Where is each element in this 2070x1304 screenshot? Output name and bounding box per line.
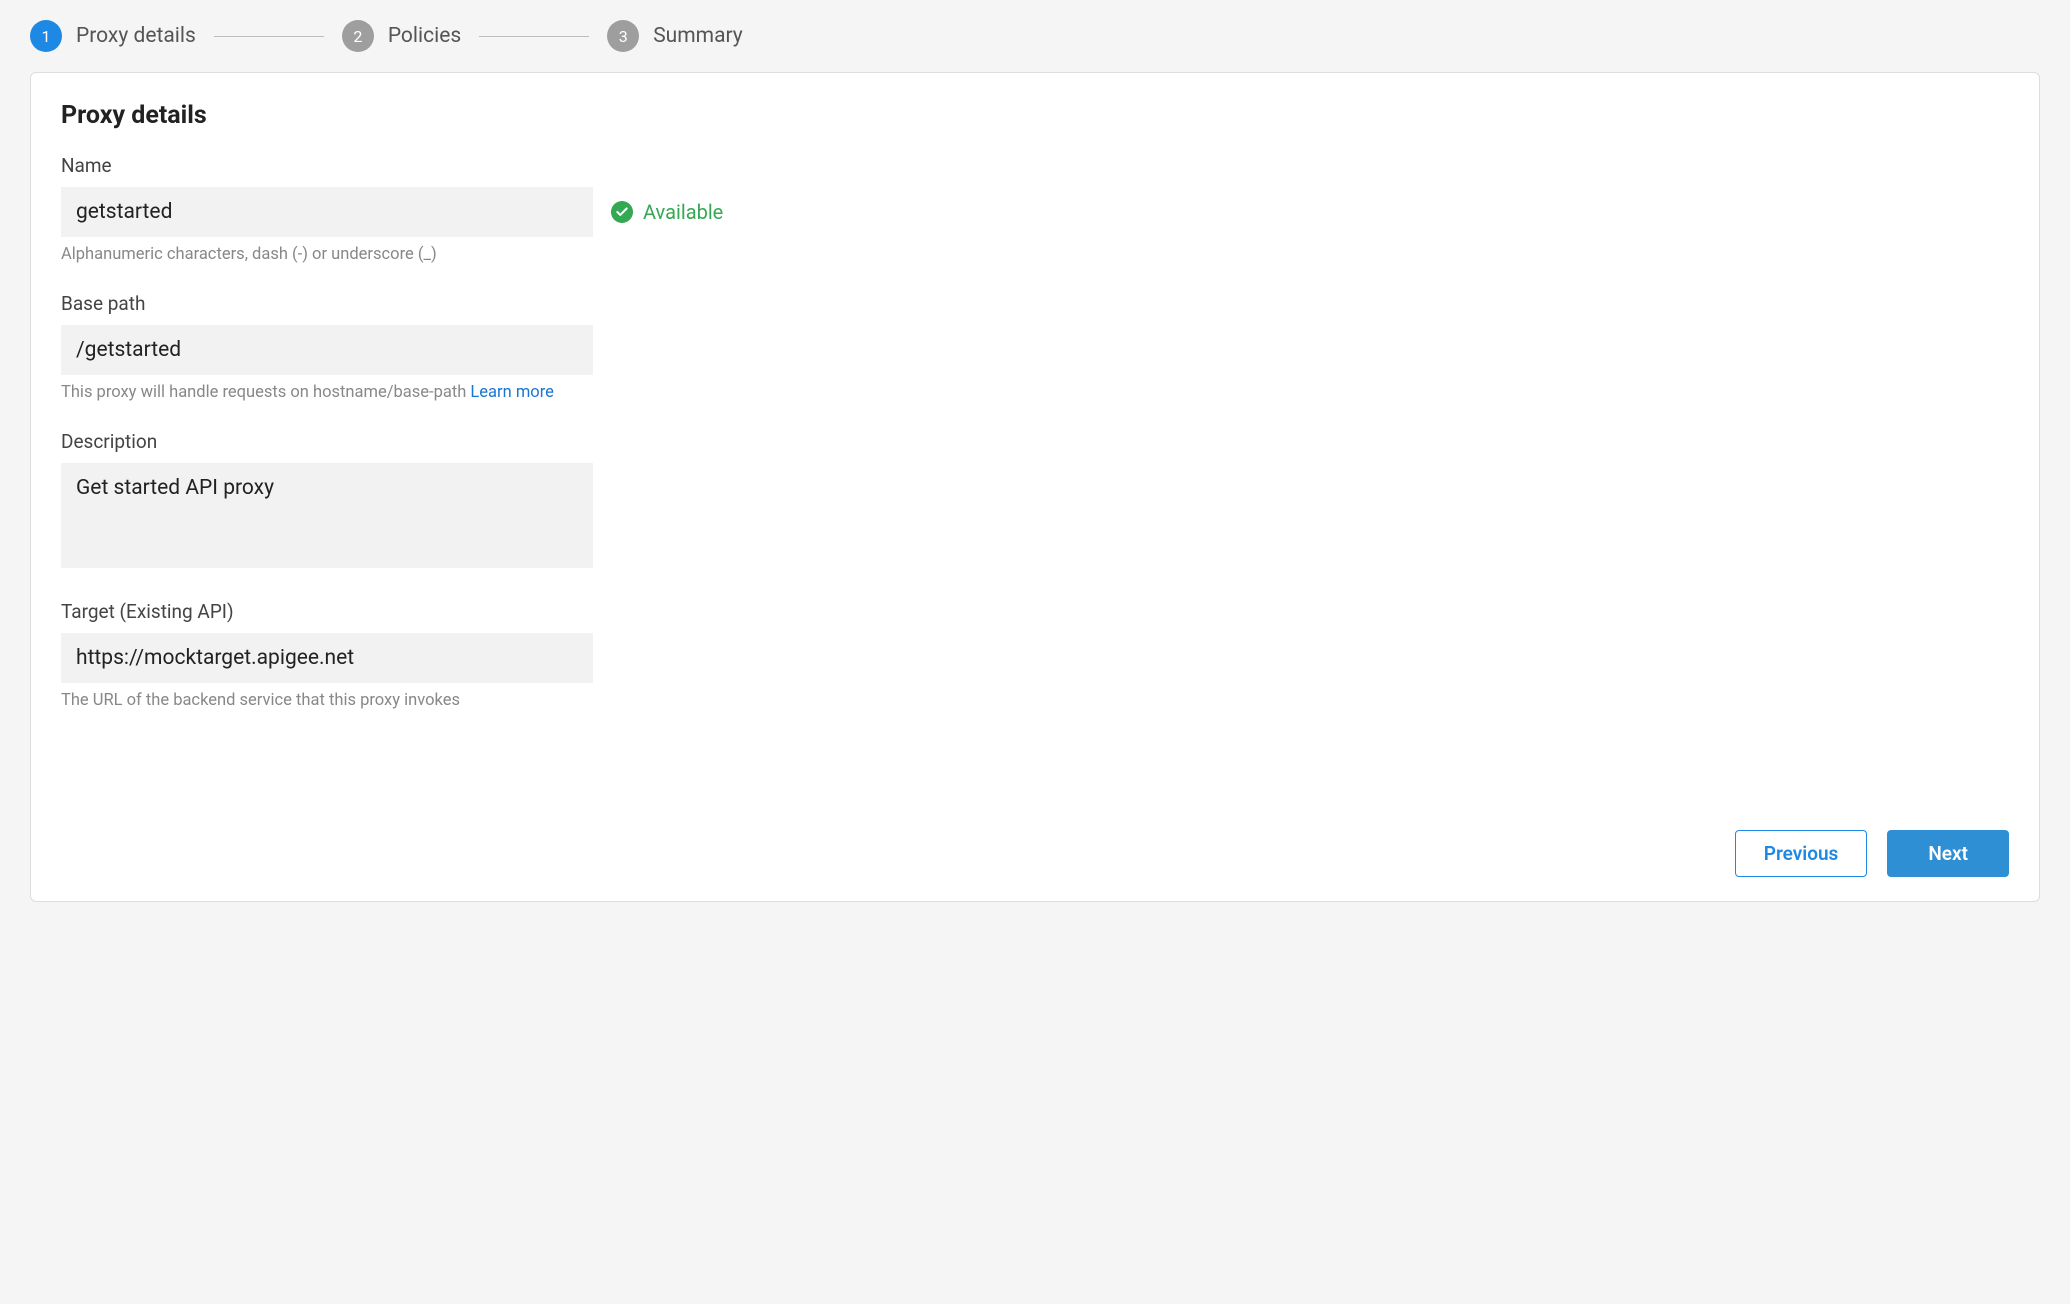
- basepath-field-group: Base path This proxy will handle request…: [61, 292, 2009, 402]
- name-input[interactable]: [61, 187, 593, 237]
- availability-indicator: Available: [611, 200, 723, 224]
- basepath-input[interactable]: [61, 325, 593, 375]
- next-button[interactable]: Next: [1887, 830, 2009, 877]
- step-number-2: 2: [342, 20, 374, 52]
- availability-text: Available: [643, 200, 723, 224]
- step-connector: [214, 36, 324, 37]
- target-field-group: Target (Existing API) The URL of the bac…: [61, 600, 2009, 710]
- description-field-group: Description: [61, 430, 2009, 572]
- step-number-1: 1: [30, 20, 62, 52]
- target-input[interactable]: [61, 633, 593, 683]
- proxy-details-panel: Proxy details Name Available Alphanumeri…: [30, 72, 2040, 902]
- step-policies[interactable]: 2 Policies: [342, 20, 461, 52]
- step-summary[interactable]: 3 Summary: [607, 20, 743, 52]
- previous-button[interactable]: Previous: [1735, 830, 1868, 877]
- description-label: Description: [61, 430, 2009, 453]
- description-input[interactable]: [61, 463, 593, 568]
- target-label: Target (Existing API): [61, 600, 2009, 623]
- basepath-hint-text: This proxy will handle requests on hostn…: [61, 383, 470, 402]
- basepath-hint: This proxy will handle requests on hostn…: [61, 383, 2009, 402]
- basepath-label: Base path: [61, 292, 2009, 315]
- check-circle-icon: [611, 201, 633, 223]
- button-row: Previous Next: [61, 830, 2009, 877]
- name-hint: Alphanumeric characters, dash (-) or und…: [61, 245, 2009, 264]
- step-proxy-details[interactable]: 1 Proxy details: [30, 20, 196, 52]
- panel-title: Proxy details: [61, 101, 2009, 130]
- target-hint: The URL of the backend service that this…: [61, 691, 2009, 710]
- name-field-group: Name Available Alphanumeric characters, …: [61, 154, 2009, 264]
- step-number-3: 3: [607, 20, 639, 52]
- step-label-3: Summary: [653, 24, 743, 48]
- learn-more-link[interactable]: Learn more: [470, 383, 553, 402]
- step-label-2: Policies: [388, 24, 461, 48]
- name-label: Name: [61, 154, 2009, 177]
- step-label-1: Proxy details: [76, 24, 196, 48]
- step-connector: [479, 36, 589, 37]
- wizard-stepper: 1 Proxy details 2 Policies 3 Summary: [0, 0, 2070, 72]
